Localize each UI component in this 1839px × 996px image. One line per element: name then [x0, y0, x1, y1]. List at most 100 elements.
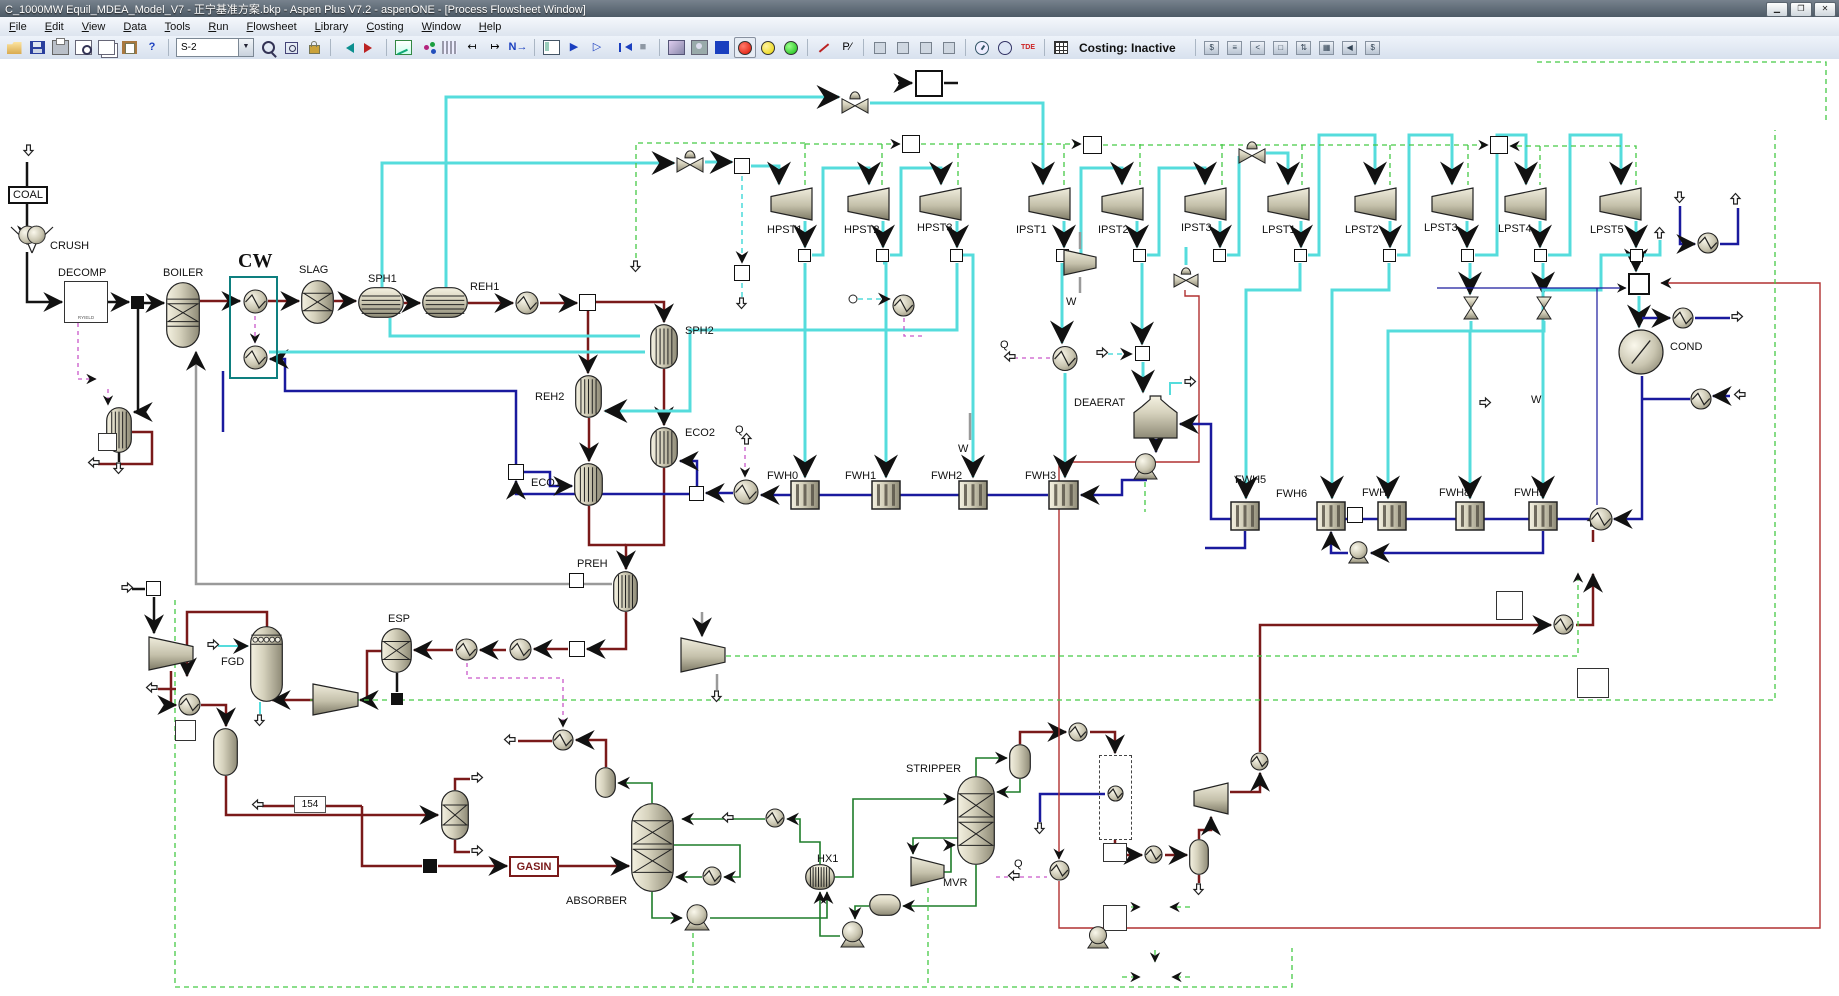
block-coal-box[interactable]: COAL	[8, 186, 48, 204]
block-hx-air[interactable]	[178, 693, 201, 716]
stream-line[interactable]	[976, 758, 1007, 776]
block-cw-hx1[interactable]	[243, 289, 268, 314]
block-hx-lean[interactable]	[765, 808, 785, 828]
block-circle-s[interactable]	[848, 294, 858, 304]
block-reh1[interactable]	[422, 287, 468, 318]
block-slag[interactable]	[301, 280, 334, 324]
block-mixB[interactable]	[1083, 136, 1102, 154]
block-sq-preh[interactable]	[569, 573, 584, 588]
block-sq-fwh67[interactable]	[1347, 507, 1363, 523]
block-sp-fg[interactable]	[579, 294, 596, 311]
stream-line[interactable]	[1371, 531, 1543, 553]
block-valve-rh[interactable]	[841, 91, 869, 114]
block-ipst3[interactable]	[1185, 187, 1227, 221]
block-hpst1[interactable]	[771, 187, 813, 221]
block-fan1[interactable]	[148, 636, 193, 671]
block-vx2[interactable]	[441, 790, 469, 840]
stream-line[interactable]	[1720, 208, 1738, 244]
block-dryhx[interactable]	[1107, 785, 1124, 802]
block-boiler[interactable]	[166, 282, 200, 348]
block-valve-lp[interactable]	[1238, 141, 1266, 164]
stream-line[interactable]	[652, 892, 682, 918]
stream-line[interactable]	[680, 461, 697, 486]
block-absorber[interactable]	[631, 803, 674, 892]
stream-line[interactable]	[27, 252, 62, 302]
block-fwh6[interactable]	[1316, 501, 1346, 531]
block-refluxdrum[interactable]	[1009, 744, 1031, 779]
stream-line[interactable]	[855, 906, 869, 919]
stream-line[interactable]	[270, 359, 516, 464]
stream-line[interactable]	[1205, 531, 1245, 548]
block-cond[interactable]	[1618, 329, 1664, 375]
stream-line[interactable]	[360, 651, 382, 700]
block-sph1[interactable]	[358, 287, 404, 318]
block-sq-fw1[interactable]	[508, 464, 524, 480]
block-gasin[interactable]: GASIN	[509, 856, 559, 877]
stream-line[interactable]	[883, 263, 886, 477]
block-esp[interactable]	[381, 628, 412, 673]
block-lbl154[interactable]: 154	[294, 796, 326, 813]
block-sq-air[interactable]	[146, 581, 161, 596]
block-hx-gs[interactable]	[892, 294, 915, 317]
block-ipst1[interactable]	[1029, 187, 1071, 221]
stream-line[interactable]	[787, 819, 820, 864]
block-hx1[interactable]	[805, 864, 835, 890]
block-sp-hp3[interactable]	[950, 249, 963, 262]
block-sp-lp3[interactable]	[1461, 249, 1474, 262]
block-eco2[interactable]	[650, 427, 678, 468]
block-sp-ip2[interactable]	[1133, 249, 1146, 262]
stream-line[interactable]	[1543, 255, 1630, 498]
block-drum-flash[interactable]	[869, 894, 901, 916]
block-hx-fwh0[interactable]	[733, 479, 759, 505]
flowsheet-canvas[interactable]: COALCRUSHRYIELDDECOMPBOILERSLAGSPH1REH1S…	[0, 59, 1839, 996]
block-fan2[interactable]	[312, 683, 358, 716]
stream-line[interactable]	[1090, 732, 1115, 753]
block-tinybox[interactable]	[98, 433, 117, 451]
stream-line[interactable]	[904, 318, 926, 336]
block-valve-lpb[interactable]	[1173, 267, 1199, 288]
block-fgd[interactable]	[250, 626, 283, 702]
stream-line[interactable]	[626, 468, 664, 569]
stream-line[interactable]	[455, 779, 470, 790]
stream-line[interactable]	[455, 840, 470, 852]
block-washdrum[interactable]	[595, 767, 616, 798]
block-lpst5[interactable]	[1600, 187, 1642, 221]
block-sq-byp[interactable]	[734, 265, 750, 281]
block-stripper[interactable]	[957, 776, 995, 865]
block-sq-w[interactable]	[1496, 591, 1523, 620]
block-sp-lp1[interactable]	[1294, 249, 1307, 262]
block-decomp[interactable]: RYIELD	[64, 281, 108, 323]
block-hx-co2a[interactable]	[1144, 845, 1163, 864]
block-hpst3[interactable]	[920, 187, 962, 221]
block-sp-lp2[interactable]	[1383, 249, 1396, 262]
stream-line[interactable]	[1266, 153, 1288, 184]
block-hx-fg4[interactable]	[455, 638, 478, 661]
stream-line[interactable]	[1537, 62, 1826, 120]
block-box-cg[interactable]	[175, 720, 196, 741]
block-valve-main[interactable]	[676, 150, 704, 173]
stream-line[interactable]	[1614, 376, 1642, 519]
block-ipst2[interactable]	[1102, 187, 1144, 221]
stream-line[interactable]	[390, 318, 640, 336]
stream-line[interactable]	[78, 323, 96, 379]
block-fwh0[interactable]	[790, 480, 820, 510]
block-valve-v2[interactable]	[1536, 296, 1552, 320]
stream-line[interactable]	[944, 845, 955, 872]
block-hx-ext3[interactable]	[1052, 345, 1078, 372]
stream-line[interactable]	[1470, 321, 1544, 498]
block-sq-fg2[interactable]	[569, 641, 585, 657]
stream-line[interactable]	[1331, 532, 1348, 553]
block-hx-cond3[interactable]	[1672, 307, 1694, 329]
block-hx-reb[interactable]	[1049, 860, 1070, 881]
block-sp-lp5[interactable]	[1630, 249, 1643, 262]
block-sq-main[interactable]	[734, 158, 750, 174]
block-hx-ohd[interactable]	[1068, 722, 1088, 742]
block-valve-v1[interactable]	[1463, 296, 1479, 320]
block-fwh7[interactable]	[1377, 501, 1407, 531]
stream-line[interactable]	[1576, 574, 1593, 625]
block-hpst2[interactable]	[848, 187, 890, 221]
block-comp-w[interactable]	[1063, 249, 1096, 276]
stream-line[interactable]	[997, 779, 1020, 792]
stream-line[interactable]	[1170, 383, 1182, 395]
block-pump-da[interactable]	[1133, 453, 1158, 480]
